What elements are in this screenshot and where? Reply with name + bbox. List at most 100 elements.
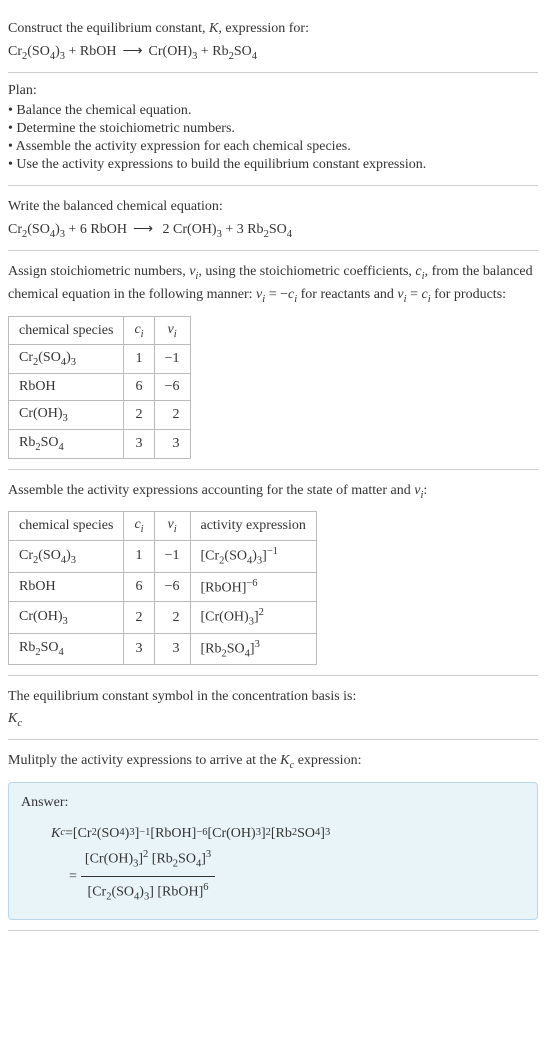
- sub: 4: [59, 442, 64, 453]
- term: [RbOH]: [154, 885, 203, 900]
- activity-cell: [Cr(OH)3]2: [190, 602, 316, 633]
- eq-txt: SO: [234, 44, 252, 59]
- answer-label: Answer:: [21, 795, 525, 811]
- species-cell: Cr2(SO4)3: [9, 345, 124, 374]
- species-cell: Cr(OH)3: [9, 401, 124, 430]
- plan-bullet-1: • Balance the chemical equation.: [8, 103, 538, 119]
- table-row: Cr2(SO4)3 1 −1: [9, 345, 191, 374]
- fraction: [Cr(OH)3]2 [Rb2SO4]3 [Cr2(SO4)3] [RbOH]6: [81, 846, 215, 908]
- eq-txt: Cr: [8, 222, 22, 237]
- ci-cell: 1: [124, 541, 154, 572]
- ci-cell: 2: [124, 401, 154, 430]
- K-symbol: K: [8, 711, 17, 726]
- balanced-heading: Write the balanced chemical equation:: [8, 196, 538, 217]
- multiply-text-a: Mulitply the activity expressions to arr…: [8, 753, 280, 768]
- col-species: chemical species: [9, 512, 124, 541]
- eq-txt: 2 Cr(OH): [159, 222, 217, 237]
- exp: 6: [203, 882, 208, 893]
- activity-table: chemical species ci νi activity expressi…: [8, 511, 317, 665]
- table-header-row: chemical species ci νi: [9, 316, 191, 345]
- eq-txt: (SO: [27, 44, 50, 59]
- table-row: Cr2(SO4)3 1 −1 [Cr2(SO4)3]−1: [9, 541, 317, 572]
- sp: Cr(OH): [19, 406, 63, 421]
- activity-cell: [RbOH]−6: [190, 572, 316, 602]
- eq-sign: =: [69, 864, 77, 889]
- intro-K: K: [209, 21, 218, 36]
- sub-i: i: [174, 524, 177, 535]
- exp: 2: [259, 607, 264, 618]
- act: [RbOH]: [201, 580, 247, 595]
- sp: Rb: [19, 640, 35, 655]
- table-row: RbOH 6 −6 [RbOH]−6: [9, 572, 317, 602]
- term: [Cr: [73, 821, 92, 846]
- exp: −6: [196, 824, 207, 843]
- activity-cell: [Rb2SO4]3: [190, 633, 316, 664]
- sub: 3: [63, 615, 68, 626]
- plan-bullet-3: • Assemble the activity expression for e…: [8, 139, 538, 155]
- col-ci: ci: [124, 316, 154, 345]
- eq-sub: 4: [252, 51, 257, 62]
- intro-text: Construct the equilibrium constant, K, e…: [8, 18, 538, 39]
- plan-heading: Plan:: [8, 83, 538, 99]
- col-activity: activity expression: [190, 512, 316, 541]
- term: (SO: [97, 821, 120, 846]
- assign-text-e: for products:: [431, 287, 506, 302]
- eq-sign: =: [65, 821, 73, 846]
- exp: 3: [255, 639, 260, 650]
- assign-text-a: Assign stoichiometric numbers,: [8, 264, 189, 279]
- species-cell: RbOH: [9, 572, 124, 602]
- term: SO: [178, 851, 196, 866]
- exp: 3: [325, 824, 330, 843]
- sp: Cr: [19, 548, 33, 563]
- eq-txt: + 6 RbOH: [65, 222, 127, 237]
- numerator: [Cr(OH)3]2 [Rb2SO4]3: [81, 846, 215, 877]
- kc-line-1: Kc = [Cr2(SO4)3]−1 [RbOH]−6 [Cr(OH)3]2 […: [51, 821, 525, 846]
- sp: Cr(OH): [19, 609, 63, 624]
- intro-text-a: Construct the equilibrium constant,: [8, 21, 209, 36]
- sp: RbOH: [19, 579, 56, 594]
- term: [Cr(OH): [85, 851, 133, 866]
- ci-cell: 1: [124, 345, 154, 374]
- act: SO: [227, 641, 245, 656]
- term: [Cr: [88, 885, 107, 900]
- multiply-section: Mulitply the activity expressions to arr…: [8, 740, 538, 931]
- sub: 3: [71, 357, 76, 368]
- multiply-text-b: expression:: [294, 753, 361, 768]
- term: [Cr(OH): [207, 821, 255, 846]
- sub-i: i: [141, 328, 144, 339]
- eq-plus: +: [65, 44, 80, 59]
- act: [Rb: [201, 641, 222, 656]
- plan-section: Plan: • Balance the chemical equation. •…: [8, 73, 538, 186]
- kc-expression: Kc = [Cr2(SO4)3]−1 [RbOH]−6 [Cr(OH)3]2 […: [51, 821, 525, 908]
- intro-section: Construct the equilibrium constant, K, e…: [8, 8, 538, 73]
- table-row: Rb2SO4 3 3 [Rb2SO4]3: [9, 633, 317, 664]
- ci-cell: 6: [124, 572, 154, 602]
- sp: Rb: [19, 435, 35, 450]
- unbalanced-equation: Cr2(SO4)3 + RbOH⟶Cr(OH)3 + Rb2SO4: [8, 43, 538, 62]
- exp: −1: [139, 824, 150, 843]
- plan-list: • Balance the chemical equation. • Deter…: [8, 103, 538, 173]
- sp: (SO: [38, 548, 61, 563]
- term: [RbOH]: [150, 821, 196, 846]
- assign-text-d: for reactants and: [297, 287, 397, 302]
- col-nui: νi: [154, 512, 190, 541]
- nui-cell: −1: [154, 345, 190, 374]
- col-ci: ci: [124, 512, 154, 541]
- species-cell: Rb2SO4: [9, 633, 124, 664]
- eq-rhs1: Cr(OH): [149, 44, 193, 59]
- ci-cell: 2: [124, 602, 154, 633]
- assemble-text-a: Assemble the activity expressions accoun…: [8, 483, 414, 498]
- multiply-text: Mulitply the activity expressions to arr…: [8, 750, 538, 774]
- nui-cell: −6: [154, 572, 190, 602]
- table-header-row: chemical species ci νi activity expressi…: [9, 512, 317, 541]
- eq-txt: + 3 Rb: [222, 222, 264, 237]
- term: SO: [297, 821, 315, 846]
- eq-txt: SO: [269, 222, 287, 237]
- sub: 4: [59, 647, 64, 658]
- arrow-icon: ⟶: [122, 44, 142, 59]
- table-row: Rb2SO4 3 3: [9, 430, 191, 459]
- term: (SO: [111, 885, 134, 900]
- K-symbol: K: [51, 821, 60, 846]
- plan-bullet-4: • Use the activity expressions to build …: [8, 157, 538, 173]
- table-row: Cr(OH)3 2 2: [9, 401, 191, 430]
